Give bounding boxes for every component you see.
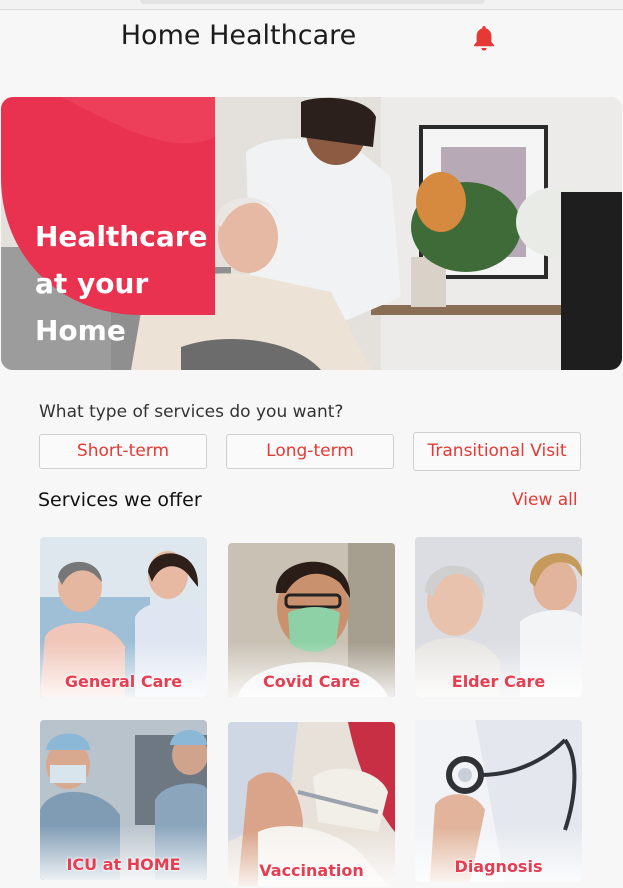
card-vaccination[interactable]: Vaccination: [228, 722, 395, 886]
address-bar-edge: [140, 0, 485, 4]
card-diagnosis[interactable]: Diagnosis: [415, 720, 582, 882]
card-elder-care[interactable]: Elder Care: [415, 537, 582, 697]
hero-line-2: at your: [35, 267, 149, 300]
card-covid-care[interactable]: Covid Care: [228, 543, 395, 697]
card-label-covid-care: Covid Care: [263, 672, 360, 691]
long-term-button[interactable]: Long-term: [226, 434, 394, 469]
card-label-elder-care: Elder Care: [451, 672, 546, 691]
hero-banner[interactable]: Healthcare at your Home: [1, 97, 622, 370]
services-offer-title: Services we offer: [38, 489, 202, 511]
card-label-diagnosis: Diagnosis: [454, 857, 543, 876]
transitional-visit-button[interactable]: Transitional Visit: [413, 432, 581, 471]
bell-icon[interactable]: [471, 24, 497, 52]
hero-line-3: Home: [35, 314, 126, 347]
short-term-button[interactable]: Short-term: [39, 434, 207, 469]
hero-line-1: Healthcare: [35, 220, 208, 253]
card-icu-at-home[interactable]: ICU at HOME: [40, 720, 207, 880]
hero-headline: Healthcare at your Home: [35, 213, 225, 354]
service-type-question: What type of services do you want?: [39, 402, 344, 422]
view-all-link[interactable]: View all: [512, 490, 578, 510]
card-label-vaccination: Vaccination: [259, 861, 364, 880]
card-label-icu-at-home: ICU at HOME: [66, 855, 181, 874]
card-label-general-care: General Care: [64, 672, 183, 691]
app-title: Home Healthcare: [120, 20, 357, 51]
card-general-care[interactable]: General Care: [40, 537, 207, 697]
